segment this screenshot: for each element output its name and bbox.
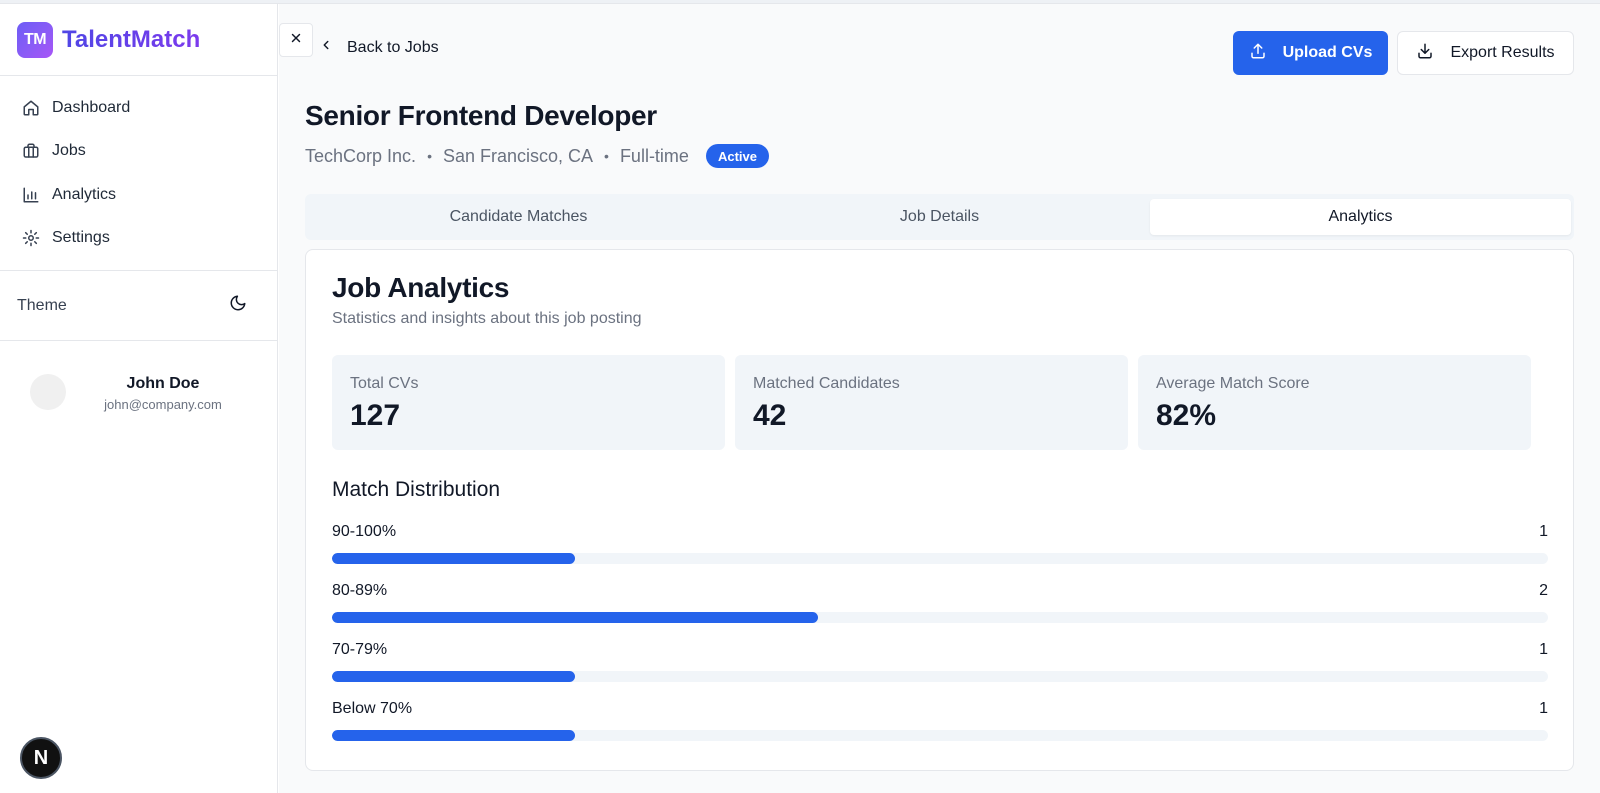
upload-icon	[1249, 42, 1267, 65]
job-meta: TechCorp Inc. • San Francisco, CA • Full…	[305, 144, 769, 168]
dev-tools-badge[interactable]: N	[20, 737, 62, 779]
tab-job-details[interactable]: Job Details	[729, 199, 1150, 235]
sidebar-item-jobs[interactable]: Jobs	[0, 130, 277, 174]
theme-label: Theme	[17, 296, 67, 314]
main-content: Back to Jobs Upload CVs Export Results S…	[279, 4, 1600, 793]
stat-label: Average Match Score	[1156, 375, 1310, 392]
analytics-title: Job Analytics	[332, 272, 510, 303]
export-label: Export Results	[1450, 44, 1555, 61]
distribution-count: 1	[1539, 700, 1548, 717]
chevron-left-icon	[319, 38, 333, 57]
stat-label: Matched Candidates	[753, 375, 900, 392]
progress-track	[332, 671, 1548, 682]
distribution-title: Match Distribution	[332, 478, 501, 501]
stat-value: 127	[350, 399, 401, 432]
distribution-row: 70-79% 1	[332, 641, 1548, 683]
progress-fill	[332, 612, 819, 623]
job-location: San Francisco, CA	[442, 145, 594, 166]
export-results-button[interactable]: Export Results	[1397, 31, 1574, 75]
back-label: Back to Jobs	[347, 38, 439, 56]
tab-analytics[interactable]: Analytics	[1150, 199, 1571, 235]
theme-toggle-button[interactable]	[225, 293, 251, 319]
sidebar-item-label: Dashboard	[52, 98, 131, 116]
distribution-count: 1	[1539, 641, 1548, 658]
distribution-label: Below 70%	[332, 700, 413, 717]
sidebar-item-label: Analytics	[52, 185, 117, 203]
close-sidebar-button[interactable]	[279, 23, 313, 57]
user-email: john@company.com	[104, 397, 222, 412]
progress-track	[332, 730, 1548, 741]
brand-name: TalentMatch	[62, 25, 201, 53]
sidebar-item-label: Settings	[52, 229, 110, 247]
progress-fill	[332, 553, 576, 564]
upload-cvs-button[interactable]: Upload CVs	[1233, 31, 1388, 75]
distribution-label: 70-79%	[332, 641, 388, 658]
distribution-row: 90-100% 1	[332, 523, 1548, 565]
upload-label: Upload CVs	[1282, 44, 1373, 61]
sidebar-item-dashboard[interactable]: Dashboard	[0, 86, 277, 130]
distribution-count: 2	[1539, 582, 1548, 599]
distribution-row: 80-89% 2	[332, 582, 1548, 624]
bar-chart-icon	[22, 186, 40, 204]
tab-candidate-matches[interactable]: Candidate Matches	[308, 199, 729, 235]
job-type: Full-time	[619, 145, 689, 166]
sidebar-item-settings[interactable]: Settings	[0, 217, 277, 261]
moon-icon	[229, 294, 247, 317]
theme-row: Theme	[0, 271, 277, 341]
distribution-label: 90-100%	[332, 523, 397, 540]
analytics-subtitle: Statistics and insights about this job p…	[332, 310, 642, 327]
stat-total-cvs: Total CVs 127	[332, 355, 725, 450]
meta-separator: •	[604, 148, 609, 164]
stat-value: 42	[753, 399, 787, 432]
status-badge: Active	[705, 144, 769, 168]
sidebar-item-analytics[interactable]: Analytics	[0, 173, 277, 217]
home-icon	[22, 99, 40, 117]
distribution-count: 1	[1539, 523, 1548, 540]
stat-value: 82%	[1156, 399, 1217, 432]
sidebar-item-label: Jobs	[52, 142, 86, 160]
analytics-card: Job Analytics Statistics and insights ab…	[305, 249, 1574, 771]
stat-matched-candidates: Matched Candidates 42	[735, 355, 1128, 450]
brand-logo: TM	[17, 21, 53, 58]
user-profile[interactable]: John Doe john@company.com	[0, 341, 277, 441]
sidebar-nav: Dashboard Jobs Analytics Settings	[0, 76, 277, 271]
user-name: John Doe	[126, 375, 200, 392]
brand[interactable]: TM TalentMatch	[0, 4, 277, 76]
progress-track	[332, 612, 1548, 623]
briefcase-icon	[22, 142, 40, 160]
progress-fill	[332, 730, 576, 741]
progress-fill	[332, 671, 576, 682]
close-icon	[289, 31, 303, 50]
meta-separator: •	[427, 148, 432, 164]
distribution-row: Below 70% 1	[332, 700, 1548, 742]
progress-track	[332, 553, 1548, 564]
download-icon	[1416, 42, 1434, 65]
stat-average-match-score: Average Match Score 82%	[1138, 355, 1531, 450]
sidebar: TM TalentMatch Dashboard Jobs Analytics	[0, 4, 278, 793]
gear-icon	[22, 229, 40, 247]
avatar	[30, 374, 66, 410]
job-tabs: Candidate Matches Job Details Analytics	[305, 194, 1574, 240]
job-company: TechCorp Inc.	[305, 145, 417, 166]
back-to-jobs-link[interactable]: Back to Jobs	[319, 38, 439, 57]
distribution-label: 80-89%	[332, 582, 388, 599]
job-title: Senior Frontend Developer	[305, 100, 657, 131]
stat-label: Total CVs	[350, 375, 419, 392]
